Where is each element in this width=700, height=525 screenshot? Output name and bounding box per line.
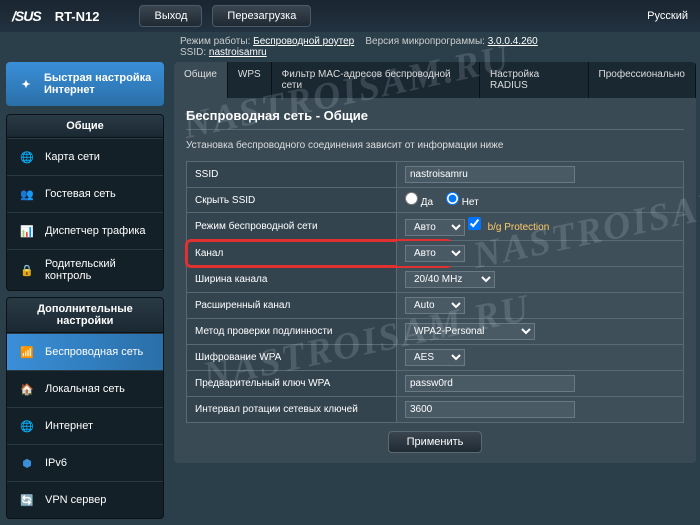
ipv6-icon: ⬢ [17,453,37,473]
sidebar-item-label: Родительский контроль [45,258,153,282]
sidebar-item-ipv6[interactable]: ⬢ IPv6 [7,444,163,481]
sidebar-item-network-map[interactable]: 🌐 Карта сети [7,138,163,175]
tab-professional[interactable]: Профессионально [589,62,696,98]
sidebar-item-lan[interactable]: 🏠 Локальная сеть [7,370,163,407]
tab-general[interactable]: Общие [174,62,228,98]
people-icon: 👥 [17,184,37,204]
ext-channel-select[interactable]: Auto [405,297,465,314]
quick-setup-button[interactable]: ✦ Быстрая настройка Интернет [6,62,164,106]
ssid-input[interactable] [405,166,575,183]
lock-icon: 🔒 [17,260,37,280]
language-selector[interactable]: Русский [647,10,688,22]
auth-select[interactable]: WPA2-Personal [405,323,535,340]
wifi-icon: 📶 [17,342,37,362]
ssid-link[interactable]: nastroisamru [209,47,267,58]
sidebar-item-traffic-manager[interactable]: 📊 Диспетчер трафика [7,212,163,249]
panel-description: Установка беспроводного соединения завис… [186,140,684,151]
sidebar-item-label: IPv6 [45,457,67,469]
apply-button[interactable]: Применить [388,431,483,453]
bg-protection-label: b/g Protection [488,222,550,233]
row-label-auth: Метод проверки подлинности [187,319,397,345]
row-label-hide-ssid: Скрыть SSID [187,188,397,213]
mode-select[interactable]: Авто [405,219,465,236]
channel-select[interactable]: Авто [405,245,465,262]
row-label-psk: Предварительный ключ WPA [187,371,397,397]
brand-logo: /SUS [12,8,41,24]
sidebar-item-label: VPN сервер [45,494,106,506]
fw-label: Версия микропрограммы: [365,36,485,47]
hide-ssid-no[interactable]: Нет [446,197,479,208]
reboot-button[interactable]: Перезагрузка [212,5,311,27]
sidebar-item-wireless[interactable]: 📶 Беспроводная сеть [7,333,163,370]
vpn-icon: 🔄 [17,490,37,510]
row-label-encryption: Шифрование WPA [187,345,397,371]
row-label-ssid: SSID [187,162,397,188]
sidebar-item-label: Беспроводная сеть [45,346,143,358]
tab-radius[interactable]: Настройка RADIUS [480,62,589,98]
quick-setup-label: Быстрая настройка Интернет [44,72,154,96]
sidebar-general-group: Общие 🌐 Карта сети 👥 Гостевая сеть 📊 Дис… [6,114,164,291]
mode-link[interactable]: Беспроводной роутер [253,36,354,47]
row-label-channel: Канал [187,241,397,267]
panel-title: Беспроводная сеть - Общие [186,108,684,130]
logout-button[interactable]: Выход [139,5,202,27]
hide-ssid-yes[interactable]: Да [405,197,433,208]
sidebar-general-header: Общие [7,115,163,138]
top-bar: /SUS RT-N12 Выход Перезагрузка Русский [0,0,700,32]
row-label-rekey: Интервал ротации сетевых ключей [187,397,397,423]
bandwidth-select[interactable]: 20/40 MHz [405,271,495,288]
sidebar-item-label: Диспетчер трафика [45,225,146,237]
settings-panel: Беспроводная сеть - Общие Установка бесп… [174,98,696,463]
row-label-mode: Режим беспроводной сети [187,213,397,241]
content-area: Общие WPS Фильтр MAC-адресов беспроводно… [170,62,700,525]
tab-wps[interactable]: WPS [228,62,272,98]
info-bar: Режим работы: Беспроводной роутер Версия… [0,32,700,62]
sidebar-item-guest-network[interactable]: 👥 Гостевая сеть [7,175,163,212]
sidebar-item-parental-control[interactable]: 🔒 Родительский контроль [7,249,163,290]
sidebar: ✦ Быстрая настройка Интернет Общие 🌐 Кар… [0,62,170,525]
meter-icon: 📊 [17,221,37,241]
sidebar-item-label: Гостевая сеть [45,188,116,200]
sidebar-advanced-group: Дополнительные настройки 📶 Беспроводная … [6,297,164,519]
tab-bar: Общие WPS Фильтр MAC-адресов беспроводно… [174,62,696,98]
globe-icon: 🌐 [17,416,37,436]
model-name: RT-N12 [55,9,100,24]
ssid-label: SSID: [180,47,206,58]
row-label-bandwidth: Ширина канала [187,267,397,293]
sidebar-item-label: Карта сети [45,151,100,163]
tab-mac-filter[interactable]: Фильтр MAC-адресов беспроводной сети [272,62,480,98]
sidebar-item-label: Интернет [45,420,93,432]
fw-link[interactable]: 3.0.0.4.260 [488,36,538,47]
row-label-ext-channel: Расширенный канал [187,293,397,319]
wand-icon: ✦ [16,74,36,94]
bg-protection-checkbox[interactable] [468,217,481,230]
mode-label: Режим работы: [180,36,250,47]
psk-input[interactable] [405,375,575,392]
globe-icon: 🌐 [17,147,37,167]
sidebar-advanced-header: Дополнительные настройки [7,298,163,333]
sidebar-item-wan[interactable]: 🌐 Интернет [7,407,163,444]
sidebar-item-label: Локальная сеть [45,383,125,395]
encryption-select[interactable]: AES [405,349,465,366]
home-icon: 🏠 [17,379,37,399]
rekey-input[interactable] [405,401,575,418]
settings-table: SSID Скрыть SSID Да Нет Режим беспроводн… [186,161,684,423]
